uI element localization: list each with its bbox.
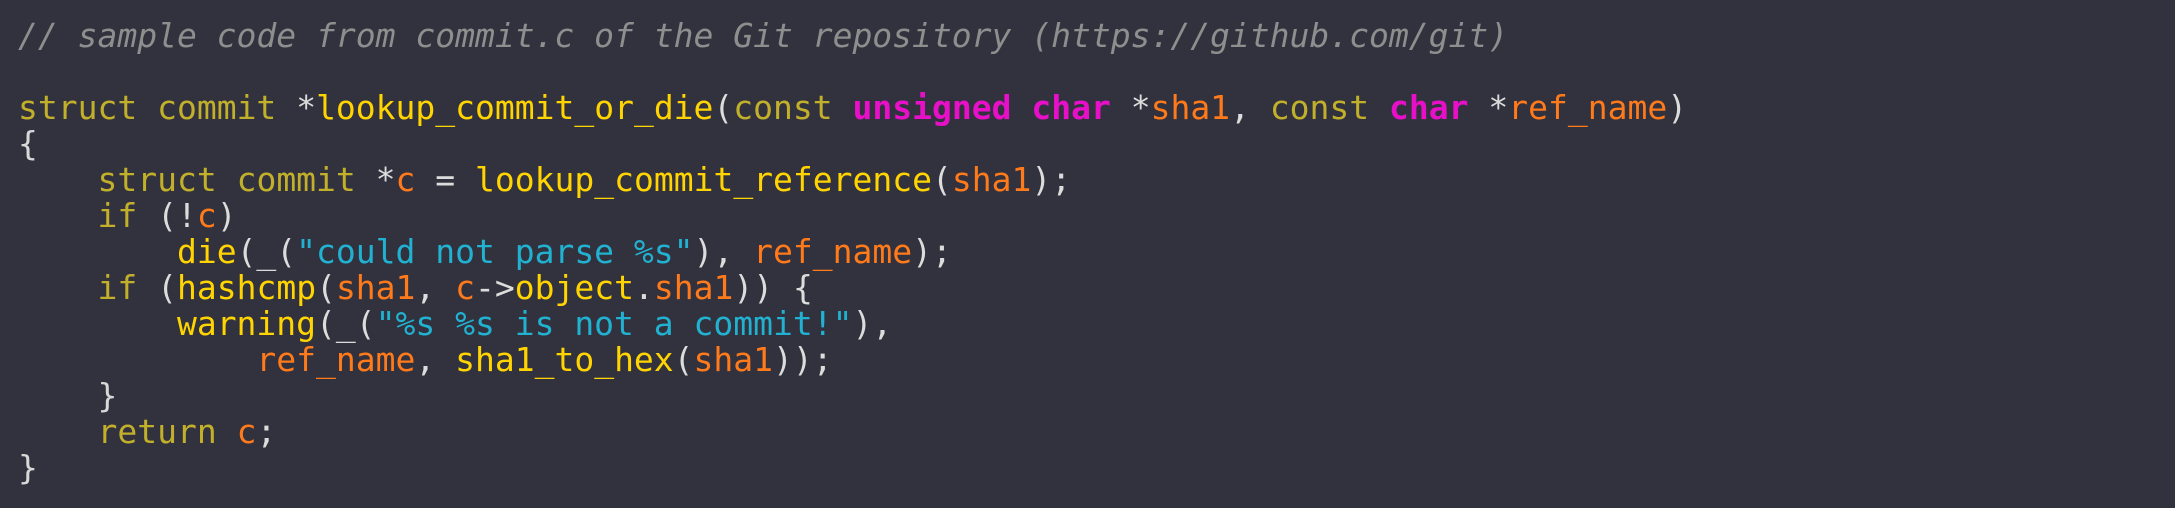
paren-open: ( (932, 160, 952, 199)
paren-open: ( (673, 340, 694, 379)
member-sha1: sha1 (653, 268, 734, 307)
brace-close: } (18, 448, 38, 487)
param-ref-name: ref_name (1508, 88, 1668, 127)
paren-close: ) (1667, 88, 1688, 127)
paren-open: (_( (316, 304, 376, 343)
brace-open: { (18, 124, 38, 163)
keyword-struct: struct (97, 160, 217, 199)
semicolon: ; (256, 412, 277, 451)
comma: , (415, 268, 436, 307)
paren-close-semicolon: ); (912, 232, 952, 271)
pointer-star: * (1130, 88, 1151, 127)
keyword-if: if (97, 196, 138, 235)
pointer-star: * (1488, 88, 1509, 127)
argument-sha1: sha1 (951, 160, 1032, 199)
keyword-const: const (1269, 88, 1370, 127)
code-line-close-if: } (18, 378, 2175, 414)
keyword-if: if (97, 268, 138, 307)
paren-open: ( (713, 88, 734, 127)
paren-close-semicolon: ); (1031, 160, 1072, 199)
keyword-struct: struct (18, 88, 138, 127)
type-char: char (1389, 88, 1469, 127)
paren-close-semicolon: )); (773, 340, 833, 379)
function-name: lookup_commit_or_die (316, 88, 714, 127)
paren-close-brace: )) { (733, 268, 813, 307)
paren-open: ( (316, 268, 336, 307)
paren-close-comma: ), (693, 232, 734, 271)
brace-close: } (97, 376, 118, 415)
keyword-commit: commit (236, 160, 356, 199)
code-line-die: die(_("could not parse %s"), ref_name); (18, 234, 2175, 270)
member-object: object (514, 268, 635, 307)
code-line-declaration: struct commit *c = lookup_commit_referen… (18, 162, 2175, 198)
argument-ref-name: ref_name (256, 340, 416, 379)
assign-operator: = (435, 160, 456, 199)
keyword-const: const (733, 88, 833, 127)
argument-sha1: sha1 (335, 268, 416, 307)
param-sha1: sha1 (1150, 88, 1231, 127)
argument-sha1: sha1 (693, 340, 774, 379)
code-line-comment: // sample code from commit.c of the Git … (18, 18, 2175, 54)
code-line-if-hashcmp: if (hashcmp(sha1, c->object.sha1)) { (18, 270, 2175, 306)
keyword-return: return (97, 412, 217, 451)
function-call: warning (176, 304, 317, 343)
keyword-commit: commit (157, 88, 277, 127)
type-char: char (1031, 88, 1111, 127)
paren-open: (_( (236, 232, 297, 271)
comment-text: // sample code from commit.c of the Git … (18, 16, 1509, 55)
code-line-warning: warning(_("%s %s is not a commit!"), (18, 306, 2175, 342)
code-line-signature: struct commit *lookup_commit_or_die(cons… (18, 90, 2175, 126)
variable-c: c (395, 160, 416, 199)
variable-c: c (196, 196, 217, 235)
paren-open: ( (157, 268, 177, 307)
code-line-if-not-c: if (!c) (18, 198, 2175, 234)
variable-c: c (455, 268, 476, 307)
paren-close-comma: ), (852, 304, 893, 343)
argument-ref-name: ref_name (753, 232, 913, 271)
function-call: sha1_to_hex (455, 340, 674, 379)
type-unsigned: unsigned (852, 88, 1012, 127)
function-call: hashcmp (176, 268, 317, 307)
pointer-star: * (296, 88, 317, 127)
code-line-close-brace: } (18, 450, 2175, 486)
code-line-warning-args: ref_name, sha1_to_hex(sha1)); (18, 342, 2175, 378)
variable-c: c (236, 412, 257, 451)
string-literal: "could not parse %s" (296, 232, 694, 271)
dot-operator: . (634, 268, 654, 307)
paren-not: (! (157, 196, 197, 235)
comma: , (1230, 88, 1250, 127)
code-line-open-brace: { (18, 126, 2175, 162)
function-call: die (176, 232, 237, 271)
paren-close: ) (216, 196, 237, 235)
code-line-return: return c; (18, 414, 2175, 450)
comma: , (415, 340, 436, 379)
arrow-operator: -> (475, 268, 515, 307)
string-literal: "%s %s is not a commit!" (375, 304, 853, 343)
code-editor[interactable]: // sample code from commit.c of the Git … (0, 0, 2175, 508)
function-call: lookup_commit_reference (475, 160, 933, 199)
pointer-star: * (375, 160, 396, 199)
